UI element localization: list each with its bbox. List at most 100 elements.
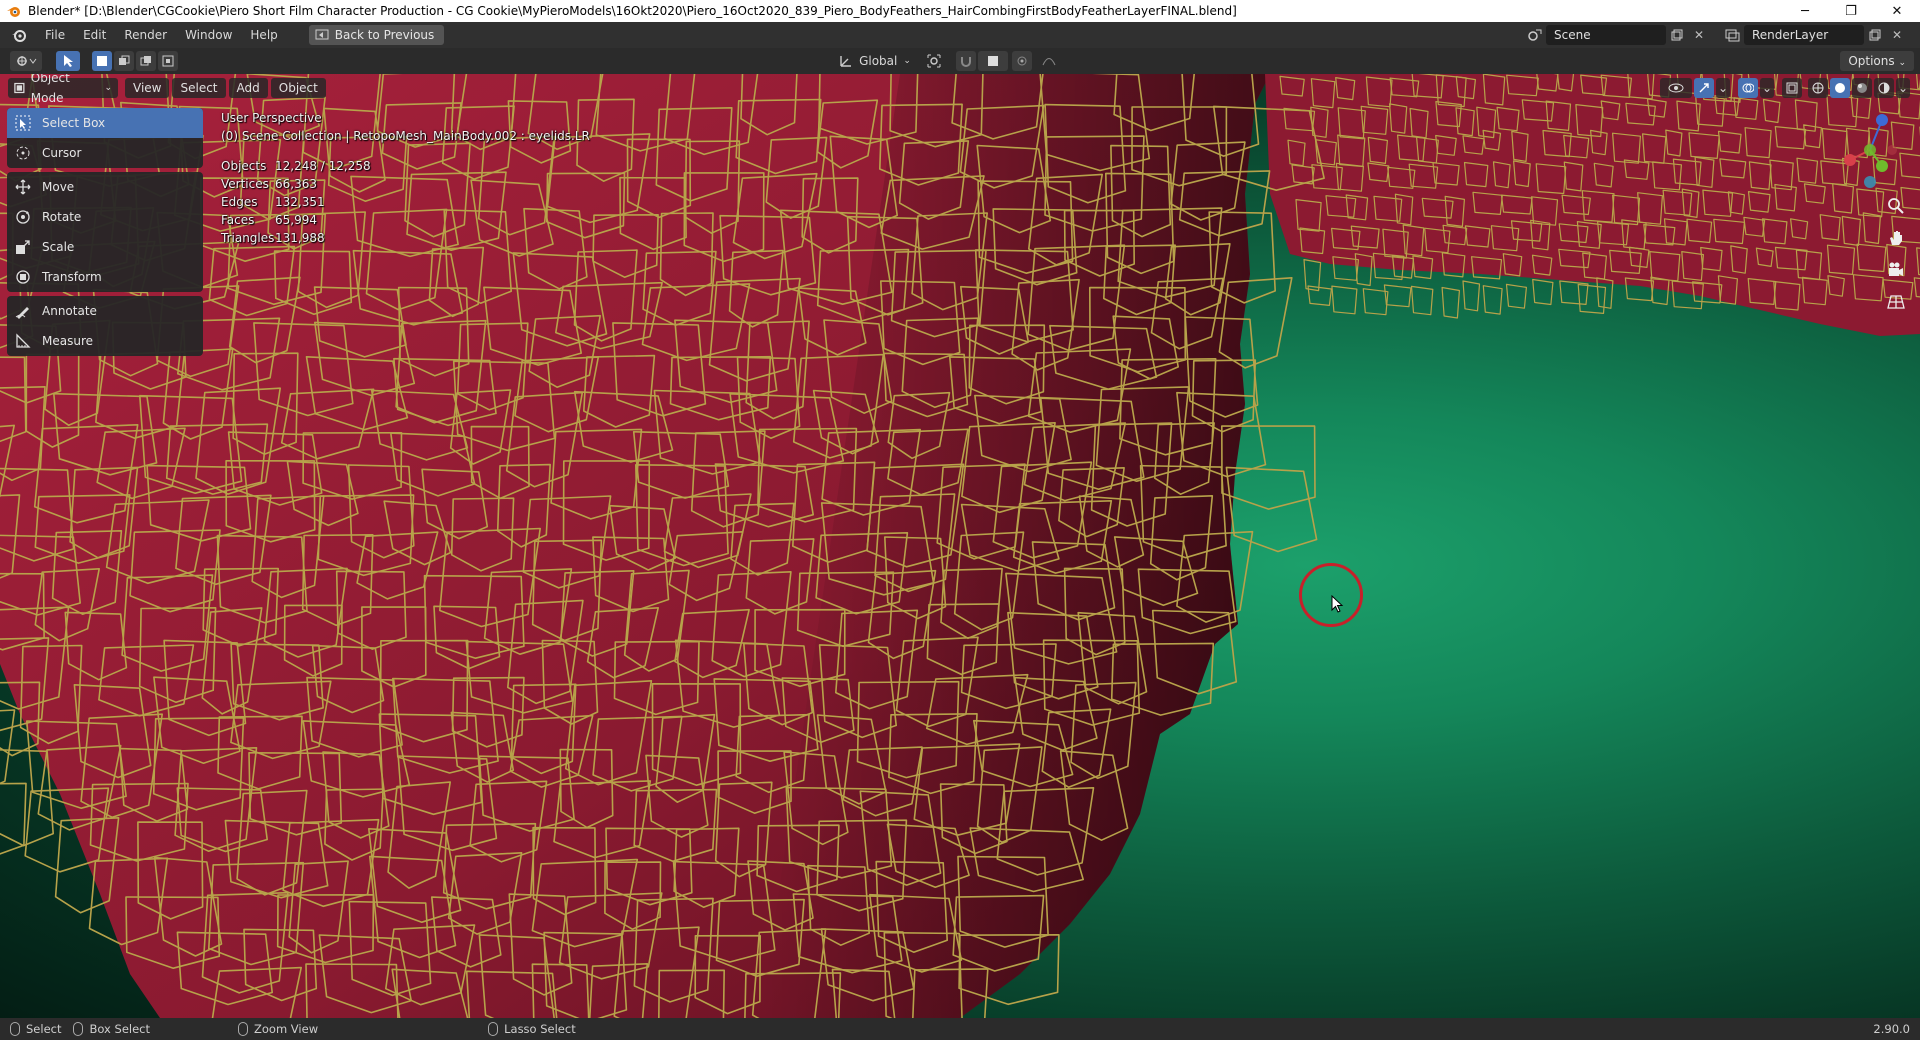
tool-label: Cursor	[42, 146, 82, 160]
object-mode-dropdown[interactable]: Object Mode ⌄	[8, 74, 118, 105]
gizmo-z-negative[interactable]	[1864, 176, 1876, 188]
gizmo-y-negative[interactable]	[1864, 144, 1876, 156]
mode-set-new-icon[interactable]	[92, 51, 112, 71]
3d-viewport[interactable]: Object Mode ⌄ View Select Add Object ⌄ ⌄…	[0, 74, 1920, 1018]
back-to-previous-label: Back to Previous	[334, 28, 435, 42]
gizmo-toggle-icon[interactable]	[1694, 78, 1714, 98]
menu-render[interactable]: Render	[115, 24, 176, 46]
tool-label: Annotate	[42, 304, 97, 318]
stat-value: 66,363	[275, 177, 317, 191]
gizmo-dropdown-icon[interactable]: ⌄	[1716, 78, 1730, 98]
zoom-magnifier-icon[interactable]	[1884, 194, 1908, 218]
select-menu[interactable]: Select	[172, 78, 226, 98]
navigation-buttons	[1884, 194, 1908, 314]
pivot-point-dropdown[interactable]	[920, 51, 950, 71]
stat-value: 12,248 / 12,258	[275, 159, 371, 173]
mouse-pointer-icon	[1331, 595, 1344, 613]
new-scene-icon[interactable]	[1666, 25, 1688, 45]
new-layer-icon[interactable]	[1864, 25, 1886, 45]
minimize-button[interactable]: ─	[1782, 0, 1828, 22]
proportional-edit-group	[1012, 51, 1064, 71]
view-menu[interactable]: View	[125, 78, 170, 98]
shading-dropdown-icon[interactable]: ⌄	[1896, 78, 1910, 98]
tool-label: Measure	[42, 334, 93, 348]
maximize-button[interactable]: ❐	[1828, 0, 1874, 22]
rotate-icon	[13, 207, 33, 227]
tool-transform[interactable]: Transform	[7, 262, 203, 292]
window-title-bar: Blender* [D:\Blender\CGCookie\Piero Shor…	[0, 0, 1920, 22]
status-bar: Select Box Select Zoom View Lasso Select…	[0, 1018, 1920, 1040]
solid-shading-icon[interactable]	[1830, 78, 1850, 98]
proportional-edit-icon[interactable]	[1012, 51, 1032, 71]
feather-outline	[1441, 286, 1460, 319]
render-layer-selector: RenderLayer ✕	[1722, 25, 1908, 45]
mode-extend-icon[interactable]	[114, 51, 134, 71]
camera-view-icon[interactable]	[1884, 258, 1908, 282]
mode-intersect-icon[interactable]	[158, 51, 178, 71]
menu-edit[interactable]: Edit	[74, 24, 115, 46]
tool-select-box[interactable]: Select Box	[7, 108, 203, 138]
menu-window[interactable]: Window	[176, 24, 241, 46]
material-shading-icon[interactable]	[1852, 78, 1872, 98]
blender-menu-icon[interactable]	[8, 24, 30, 46]
tool-annotate[interactable]: Annotate	[7, 296, 203, 326]
menu-help[interactable]: Help	[241, 24, 286, 46]
add-menu[interactable]: Add	[228, 78, 268, 98]
feather-outline	[1532, 278, 1554, 306]
menu-file[interactable]: File	[36, 24, 74, 46]
tool-scale[interactable]: Scale	[7, 232, 203, 262]
render-layer-field[interactable]: RenderLayer	[1744, 25, 1864, 45]
xray-toggle-icon[interactable]	[1782, 78, 1802, 98]
navigation-gizmo[interactable]	[1830, 110, 1900, 190]
overlays-dropdown-icon[interactable]: ⌄	[1760, 78, 1774, 98]
tool-rotate[interactable]: Rotate	[7, 202, 203, 232]
wireframe-shading-icon[interactable]	[1808, 78, 1828, 98]
status-box-select: Box Select	[73, 1022, 150, 1036]
editor-type-dropdown[interactable]	[10, 51, 42, 71]
delete-layer-icon[interactable]: ✕	[1886, 25, 1908, 45]
overlays-toggle-icon[interactable]	[1738, 78, 1758, 98]
snap-toggle-icon[interactable]	[956, 51, 976, 71]
falloff-dropdown[interactable]	[1034, 51, 1064, 71]
options-dropdown[interactable]: Options ⌄	[1840, 51, 1914, 71]
mouse-drag-icon	[73, 1022, 84, 1036]
tool-cursor[interactable]: Cursor	[7, 138, 203, 168]
cursor-icon	[13, 143, 33, 163]
tool-move[interactable]: Move	[7, 172, 203, 202]
snap-element-dropdown[interactable]	[978, 51, 1008, 71]
gizmo-x-axis[interactable]	[1844, 154, 1856, 166]
visibility-eye-icon[interactable]	[1660, 78, 1692, 98]
pan-hand-icon[interactable]	[1884, 226, 1908, 250]
rendered-shading-icon[interactable]	[1874, 78, 1894, 98]
snap-group	[956, 51, 1008, 71]
delete-scene-icon[interactable]: ✕	[1688, 25, 1710, 45]
gizmo-x-negative[interactable]	[1887, 145, 1897, 155]
scene-name-field[interactable]: Scene	[1546, 25, 1666, 45]
stat-value: 131,988	[275, 231, 325, 245]
perspective-grid-icon[interactable]	[1884, 290, 1908, 314]
mode-subtract-icon[interactable]	[136, 51, 156, 71]
feather-outline	[1362, 288, 1389, 316]
tool-group-select: Select Box Cursor	[7, 108, 203, 168]
gizmo-y-axis[interactable]	[1876, 160, 1888, 172]
status-lasso-select-label: Lasso Select	[504, 1022, 576, 1036]
tool-measure[interactable]: Measure	[7, 326, 203, 356]
scene-browse-icon[interactable]	[1524, 25, 1546, 45]
scale-icon	[13, 237, 33, 257]
view-layer-browse-icon[interactable]	[1722, 25, 1744, 45]
transform-orientation-dropdown[interactable]: Global ⌄	[836, 51, 914, 71]
object-menu[interactable]: Object	[270, 78, 326, 98]
pivot-icon	[927, 54, 941, 68]
object-mode-icon	[14, 82, 25, 94]
back-to-previous-button[interactable]: Back to Previous	[308, 25, 445, 45]
mouse-left-icon	[10, 1022, 20, 1036]
arrow-cursor-icon	[64, 55, 73, 67]
tool-select-button[interactable]	[56, 51, 80, 71]
tool-label: Move	[42, 180, 75, 194]
close-button[interactable]: ✕	[1874, 0, 1920, 22]
gizmo-z-axis[interactable]	[1876, 114, 1888, 126]
tool-shelf: Select Box Cursor Move Rotate Scale Tran…	[7, 108, 203, 360]
orientation-label: Global	[859, 54, 898, 68]
status-select: Select	[10, 1022, 61, 1036]
mode-label: Object Mode	[30, 74, 70, 105]
